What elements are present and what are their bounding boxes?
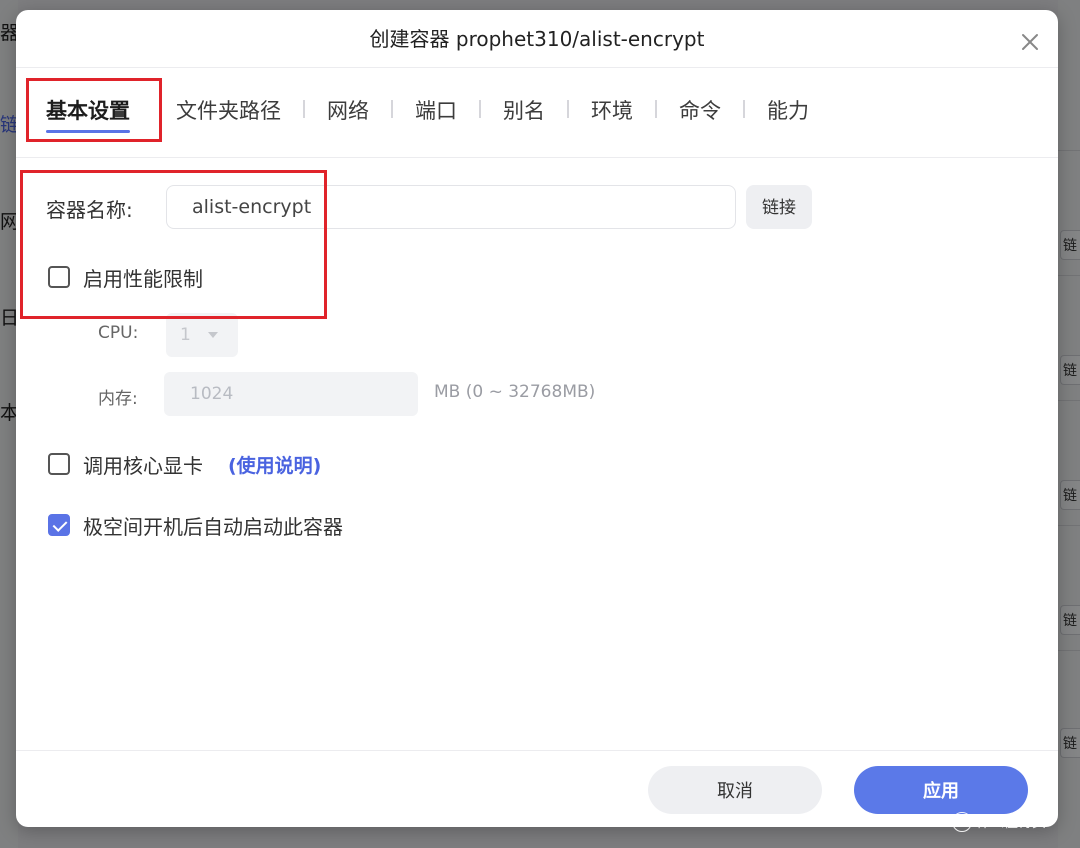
autostart-label: 极空间开机后自动启动此容器	[83, 515, 343, 539]
memory-label: 内存:	[98, 389, 138, 409]
container-name-label: 容器名称:	[46, 198, 133, 222]
apply-button[interactable]: 应用	[854, 766, 1028, 814]
tab-environment[interactable]: 环境	[591, 95, 633, 135]
tab-bar: 基本设置 文件夹路径 网络 端口 别名 环境 命令 能力	[46, 90, 809, 134]
close-icon	[1022, 34, 1038, 50]
memory-hint: MB (0 ~ 32768MB)	[434, 382, 596, 402]
tab-capabilities[interactable]: 能力	[767, 95, 809, 135]
tab-network[interactable]: 网络	[327, 95, 369, 135]
gpu-label: 调用核心显卡	[83, 454, 203, 478]
tab-separator	[303, 100, 305, 118]
dialog-title: 创建容器 prophet310/alist-encrypt	[369, 27, 705, 51]
close-button[interactable]	[1016, 28, 1044, 56]
tab-folder-paths[interactable]: 文件夹路径	[176, 95, 281, 135]
tab-separator	[391, 100, 393, 118]
gpu-help-link[interactable]: (使用说明)	[228, 451, 321, 478]
tab-ports[interactable]: 端口	[415, 95, 457, 135]
header-divider	[16, 67, 1058, 68]
watermark-text: 什么值得买	[976, 815, 1046, 831]
chevron-down-icon	[208, 332, 218, 338]
tab-separator	[567, 100, 569, 118]
link-button[interactable]: 链接	[746, 185, 812, 229]
cpu-label: CPU:	[98, 323, 139, 343]
autostart-checkbox[interactable]	[48, 514, 70, 536]
create-container-dialog: 创建容器 prophet310/alist-encrypt 基本设置 文件夹路径…	[16, 10, 1058, 827]
cpu-select[interactable]: 1	[166, 313, 238, 357]
perf-limit-checkbox[interactable]	[48, 266, 70, 288]
watermark: 值 什么值得买	[952, 812, 1046, 832]
gpu-checkbox[interactable]	[48, 453, 70, 475]
footer-divider	[16, 750, 1058, 751]
cancel-button[interactable]: 取消	[648, 766, 822, 814]
memory-input[interactable]: 1024	[164, 372, 418, 416]
tab-separator	[479, 100, 481, 118]
tab-separator	[655, 100, 657, 118]
tab-alias[interactable]: 别名	[503, 95, 545, 135]
perf-limit-label: 启用性能限制	[83, 267, 203, 291]
container-name-input[interactable]: alist-encrypt	[166, 185, 736, 229]
tabs-divider	[16, 157, 1058, 158]
watermark-badge: 值	[952, 812, 972, 832]
tab-separator	[743, 100, 745, 118]
tab-command[interactable]: 命令	[679, 95, 721, 135]
cpu-value: 1	[180, 325, 191, 345]
tab-basic-settings[interactable]: 基本设置	[46, 95, 130, 135]
